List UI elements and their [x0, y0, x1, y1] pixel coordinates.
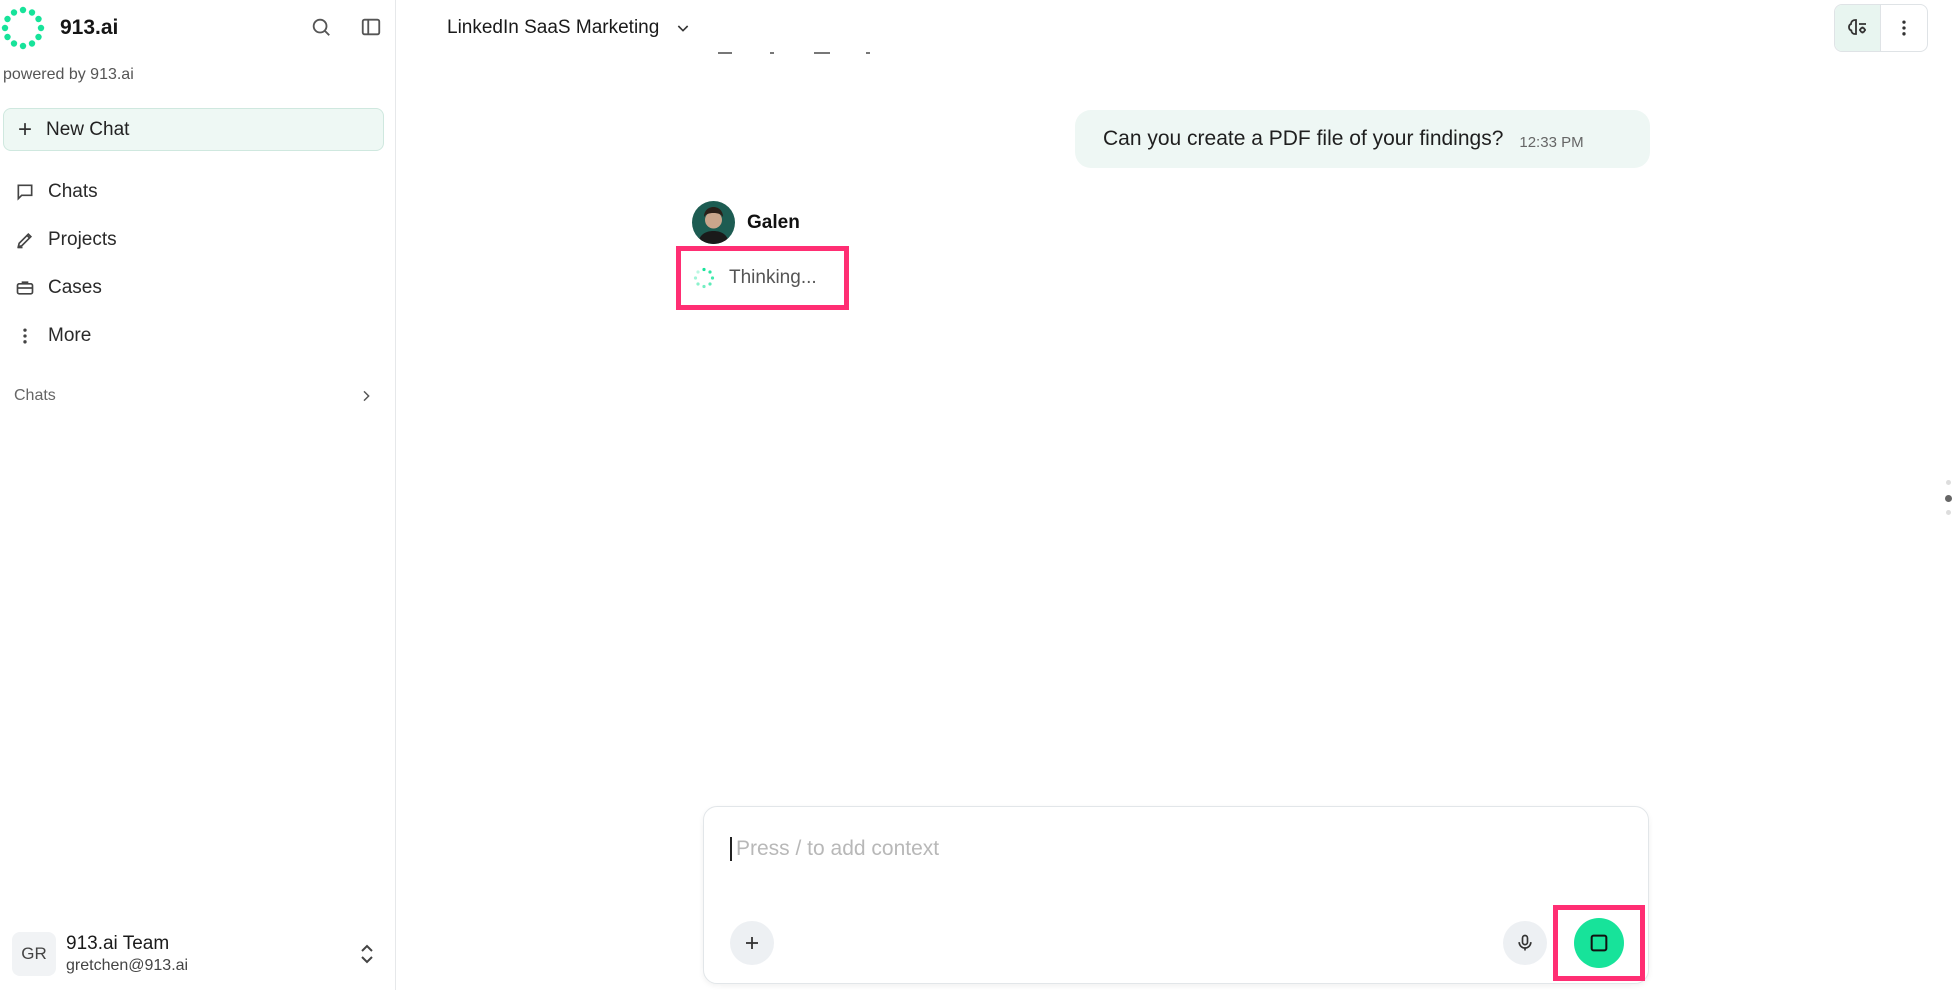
user-message-bubble: Can you create a PDF file of your findin… — [1075, 110, 1650, 168]
voice-input-button[interactable] — [1503, 921, 1547, 965]
add-attachment-button[interactable] — [730, 921, 774, 965]
thinking-indicator: Thinking... — [676, 246, 849, 310]
plus-icon — [746, 937, 758, 949]
brand[interactable]: 913.ai — [0, 4, 118, 52]
sidebar-item-more[interactable]: More — [0, 312, 396, 360]
sidebar: 913.ai powered by 913.ai + New Chat Chat… — [0, 0, 396, 990]
search-button[interactable] — [306, 12, 336, 42]
chevron-right-icon — [363, 390, 370, 402]
stop-generation-button[interactable] — [1574, 918, 1624, 968]
thinking-text: Thinking... — [729, 267, 817, 288]
search-icon — [312, 18, 330, 36]
sidebar-item-label: Chats — [48, 181, 98, 202]
sidebar-panel-icon — [361, 18, 381, 36]
conversation-title-dropdown[interactable]: LinkedIn SaaS Marketing — [447, 14, 691, 42]
more-options-button[interactable] — [1881, 5, 1927, 51]
agent-settings-button[interactable] — [1835, 5, 1881, 51]
brand-name: 913.ai — [60, 16, 119, 39]
microphone-icon — [1518, 934, 1532, 951]
scrolled-content-remnant — [718, 50, 878, 56]
sidebar-item-projects[interactable]: Projects — [0, 216, 396, 264]
more-vertical-icon — [14, 325, 36, 347]
logo-icon — [1, 6, 45, 50]
avatar: GR — [12, 932, 56, 976]
message-input[interactable] — [730, 837, 1610, 861]
user-message-text: Can you create a PDF file of your findin… — [1103, 127, 1504, 150]
sidebar-item-chats[interactable]: Chats — [0, 168, 396, 216]
chats-section-toggle[interactable]: Chats — [14, 387, 374, 405]
assistant-name: Galen — [747, 211, 800, 233]
user-info: 913.ai Team gretchen@913.ai — [66, 933, 188, 975]
sidebar-item-label: Projects — [48, 229, 117, 250]
chevron-down-icon — [678, 25, 689, 32]
message-timestamp: 12:33 PM — [1519, 133, 1584, 151]
assistant-header: Galen — [692, 201, 800, 244]
assistant-avatar — [692, 201, 735, 244]
chevron-up-down-icon — [361, 944, 373, 964]
conversation-title: LinkedIn SaaS Marketing — [447, 17, 660, 38]
sidebar-top-actions — [306, 12, 386, 42]
plus-icon: + — [18, 115, 33, 143]
user-name: 913.ai Team — [66, 933, 170, 954]
more-vertical-icon — [1902, 20, 1906, 36]
stop-button-highlight — [1553, 905, 1645, 981]
user-email: gretchen@913.ai — [66, 957, 189, 974]
sidebar-item-label: More — [48, 325, 92, 346]
new-chat-label: New Chat — [46, 118, 130, 140]
briefcase-icon — [14, 277, 36, 299]
scroll-indicator[interactable] — [1942, 480, 1952, 520]
header-actions — [1834, 4, 1928, 52]
chat-bubble-icon — [14, 181, 36, 203]
new-chat-button[interactable]: + New Chat — [3, 108, 384, 151]
sidebar-nav: Chats Projects Cases More — [0, 168, 396, 360]
toggle-sidebar-button[interactable] — [356, 12, 386, 42]
user-account-menu[interactable]: GR 913.ai Team gretchen@913.ai — [12, 930, 384, 978]
chats-section-label: Chats — [14, 387, 56, 404]
brain-gear-icon — [1847, 19, 1866, 35]
stop-square-icon — [1590, 934, 1608, 952]
powered-by-text: powered by 913.ai — [3, 66, 134, 83]
message-composer — [703, 806, 1649, 984]
sidebar-item-label: Cases — [48, 277, 102, 298]
loading-spinner-icon — [693, 267, 715, 289]
sidebar-item-cases[interactable]: Cases — [0, 264, 396, 312]
pen-icon — [14, 229, 36, 251]
